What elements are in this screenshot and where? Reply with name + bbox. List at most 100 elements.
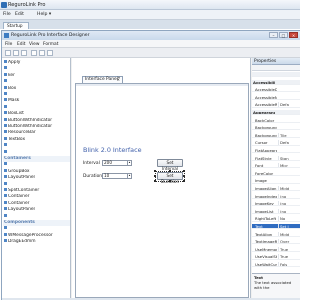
property-value[interactable]: Fals [278, 262, 300, 267]
property-category[interactable] [252, 72, 300, 78]
tab-interface-panel[interactable]: Interface Panel* × [82, 76, 123, 83]
property-row[interactable]: FlatAppearance [252, 148, 300, 154]
property-value[interactable]: (no [278, 208, 300, 213]
toolbox-item[interactable]: BoxList [3, 111, 70, 117]
toolbox-group[interactable]: Containers [3, 156, 70, 162]
toolbox-item[interactable]: Container [3, 194, 70, 200]
property-row[interactable]: Text Set I [252, 224, 300, 230]
property-row[interactable]: TextAlign Midd [252, 231, 300, 237]
maximize-button[interactable]: □ [279, 32, 288, 38]
property-row[interactable]: UseMnemonicTrue [252, 246, 300, 252]
set-duration-button[interactable]: Set Duration [157, 172, 183, 184]
property-value[interactable]: Midd [278, 231, 300, 236]
toolbox-item[interactable] [3, 181, 70, 188]
toolbox-item[interactable]: DragEEdmm [3, 239, 70, 245]
resize-handle-ne[interactable] [183, 170, 185, 172]
toolbox-item[interactable]: Mask [3, 98, 70, 104]
toolbox-item[interactable]: Box [3, 85, 70, 92]
toolbox-item[interactable] [3, 162, 70, 168]
resize-handle-nw[interactable] [154, 170, 156, 172]
toolbox-item[interactable]: SplitContainer [3, 188, 70, 194]
design-surface[interactable]: Blink 2.0 Interface Interval 200 ▴ Durat… [75, 83, 249, 298]
property-row[interactable]: BackgroundImaTile [252, 132, 300, 138]
toolbox-item[interactable]: GroupBox [3, 168, 70, 175]
resize-handle-n[interactable] [169, 170, 171, 172]
property-value[interactable]: Midd [278, 186, 300, 191]
toolbox-group[interactable]: Components [3, 220, 70, 226]
duration-spinner-icon[interactable]: ▴ [127, 174, 131, 178]
toolbox-item[interactable]: LayoutPanel [3, 175, 70, 181]
new-icon[interactable] [5, 50, 11, 56]
toolbox-item[interactable] [3, 66, 70, 72]
property-row[interactable]: ImageKey (no [252, 201, 300, 207]
save-icon[interactable] [21, 50, 27, 56]
property-value[interactable]: Defa [278, 140, 300, 145]
toolbox-item[interactable]: Apply [3, 60, 70, 66]
property-row[interactable]: FlatStyle Stan [252, 155, 300, 161]
menu-view[interactable]: View [29, 42, 39, 47]
property-row[interactable]: Font Micr [252, 163, 300, 169]
property-row[interactable]: AccessibleRolDefa [252, 102, 300, 108]
property-value[interactable]: No [278, 216, 300, 221]
property-value[interactable]: True [278, 246, 300, 251]
tab-startup[interactable]: Startup [3, 22, 29, 29]
cut-icon[interactable] [31, 50, 37, 56]
interval-spinner-icon[interactable]: ▴ [127, 161, 131, 165]
property-value[interactable]: Micr [278, 163, 300, 168]
property-row[interactable]: UseWaitCursorFals [252, 262, 300, 268]
set-interval-button[interactable]: Set Interval [157, 159, 183, 171]
app-menu-file[interactable]: File [3, 12, 11, 17]
toolbox-item[interactable] [3, 104, 70, 111]
resize-handle-s[interactable] [169, 180, 171, 182]
property-row[interactable]: AccessibleDes [252, 87, 300, 93]
toolbox-item[interactable]: ButtonWithIndicator [3, 124, 70, 130]
toolbox-item[interactable]: ButtonWithIndicator [3, 117, 70, 124]
property-row[interactable]: Image [252, 178, 300, 184]
property-row[interactable]: ForeColor [252, 171, 300, 176]
app-menu-help[interactable]: Help ▾ [37, 12, 51, 17]
property-value[interactable]: (no [278, 201, 300, 206]
duration-input[interactable]: 10 ▴ [102, 173, 132, 179]
toolbox-item[interactable] [3, 213, 70, 220]
toolbox-item[interactable] [3, 92, 70, 98]
property-value[interactable]: True [278, 254, 300, 259]
menu-format[interactable]: Format [43, 42, 58, 47]
toolbox-item[interactable] [3, 79, 70, 85]
property-row[interactable]: UseVisualStyleBTrue [252, 254, 300, 260]
toolbox-item[interactable] [3, 149, 70, 156]
property-row[interactable]: ImageList (no [252, 208, 300, 214]
menu-file[interactable]: File [5, 42, 12, 47]
paste-icon[interactable] [47, 50, 53, 56]
property-value[interactable]: Tile [278, 132, 300, 137]
property-row[interactable]: BackColor [252, 118, 300, 123]
toolbox-item[interactable]: ker [3, 72, 70, 79]
copy-icon[interactable] [39, 50, 45, 56]
property-value[interactable]: Defa [278, 102, 300, 107]
property-row[interactable]: Cursor Defa [252, 140, 300, 146]
property-row[interactable]: ImageIndex (no [252, 193, 300, 199]
resize-handle-sw[interactable] [154, 180, 156, 182]
minimize-button[interactable]: – [269, 32, 278, 38]
menu-edit[interactable]: Edit [17, 42, 26, 47]
toolbox-item[interactable]: WMessageProcessor [3, 232, 70, 239]
resize-handle-w[interactable] [154, 175, 156, 177]
property-value[interactable]: Over [278, 239, 300, 244]
toolbox-item[interactable]: ResourceBar [3, 130, 70, 136]
property-row[interactable]: ImageAlign Midd [252, 186, 300, 192]
app-menu-edit[interactable]: Edit [15, 12, 24, 17]
property-category[interactable]: Accessibility [252, 79, 300, 85]
property-value[interactable]: Set I [278, 224, 300, 229]
property-value[interactable]: (no [278, 193, 300, 198]
property-row[interactable]: TextImageRelatOver [252, 239, 300, 245]
property-value[interactable]: Stan [278, 155, 300, 160]
property-row[interactable]: BackgroundIma [252, 125, 300, 131]
property-category[interactable]: Appearance [252, 110, 300, 116]
interval-input[interactable]: 200 ▴ [102, 160, 132, 166]
open-icon[interactable] [13, 50, 19, 56]
property-row[interactable]: RightToLeft No [252, 216, 300, 222]
toolbox-item[interactable]: TextBox [3, 136, 70, 143]
resize-handle-e[interactable] [183, 175, 185, 177]
toolbox-item[interactable] [3, 226, 70, 232]
property-row[interactable]: AccessibleNa [252, 95, 300, 100]
resize-handle-se[interactable] [183, 180, 185, 182]
